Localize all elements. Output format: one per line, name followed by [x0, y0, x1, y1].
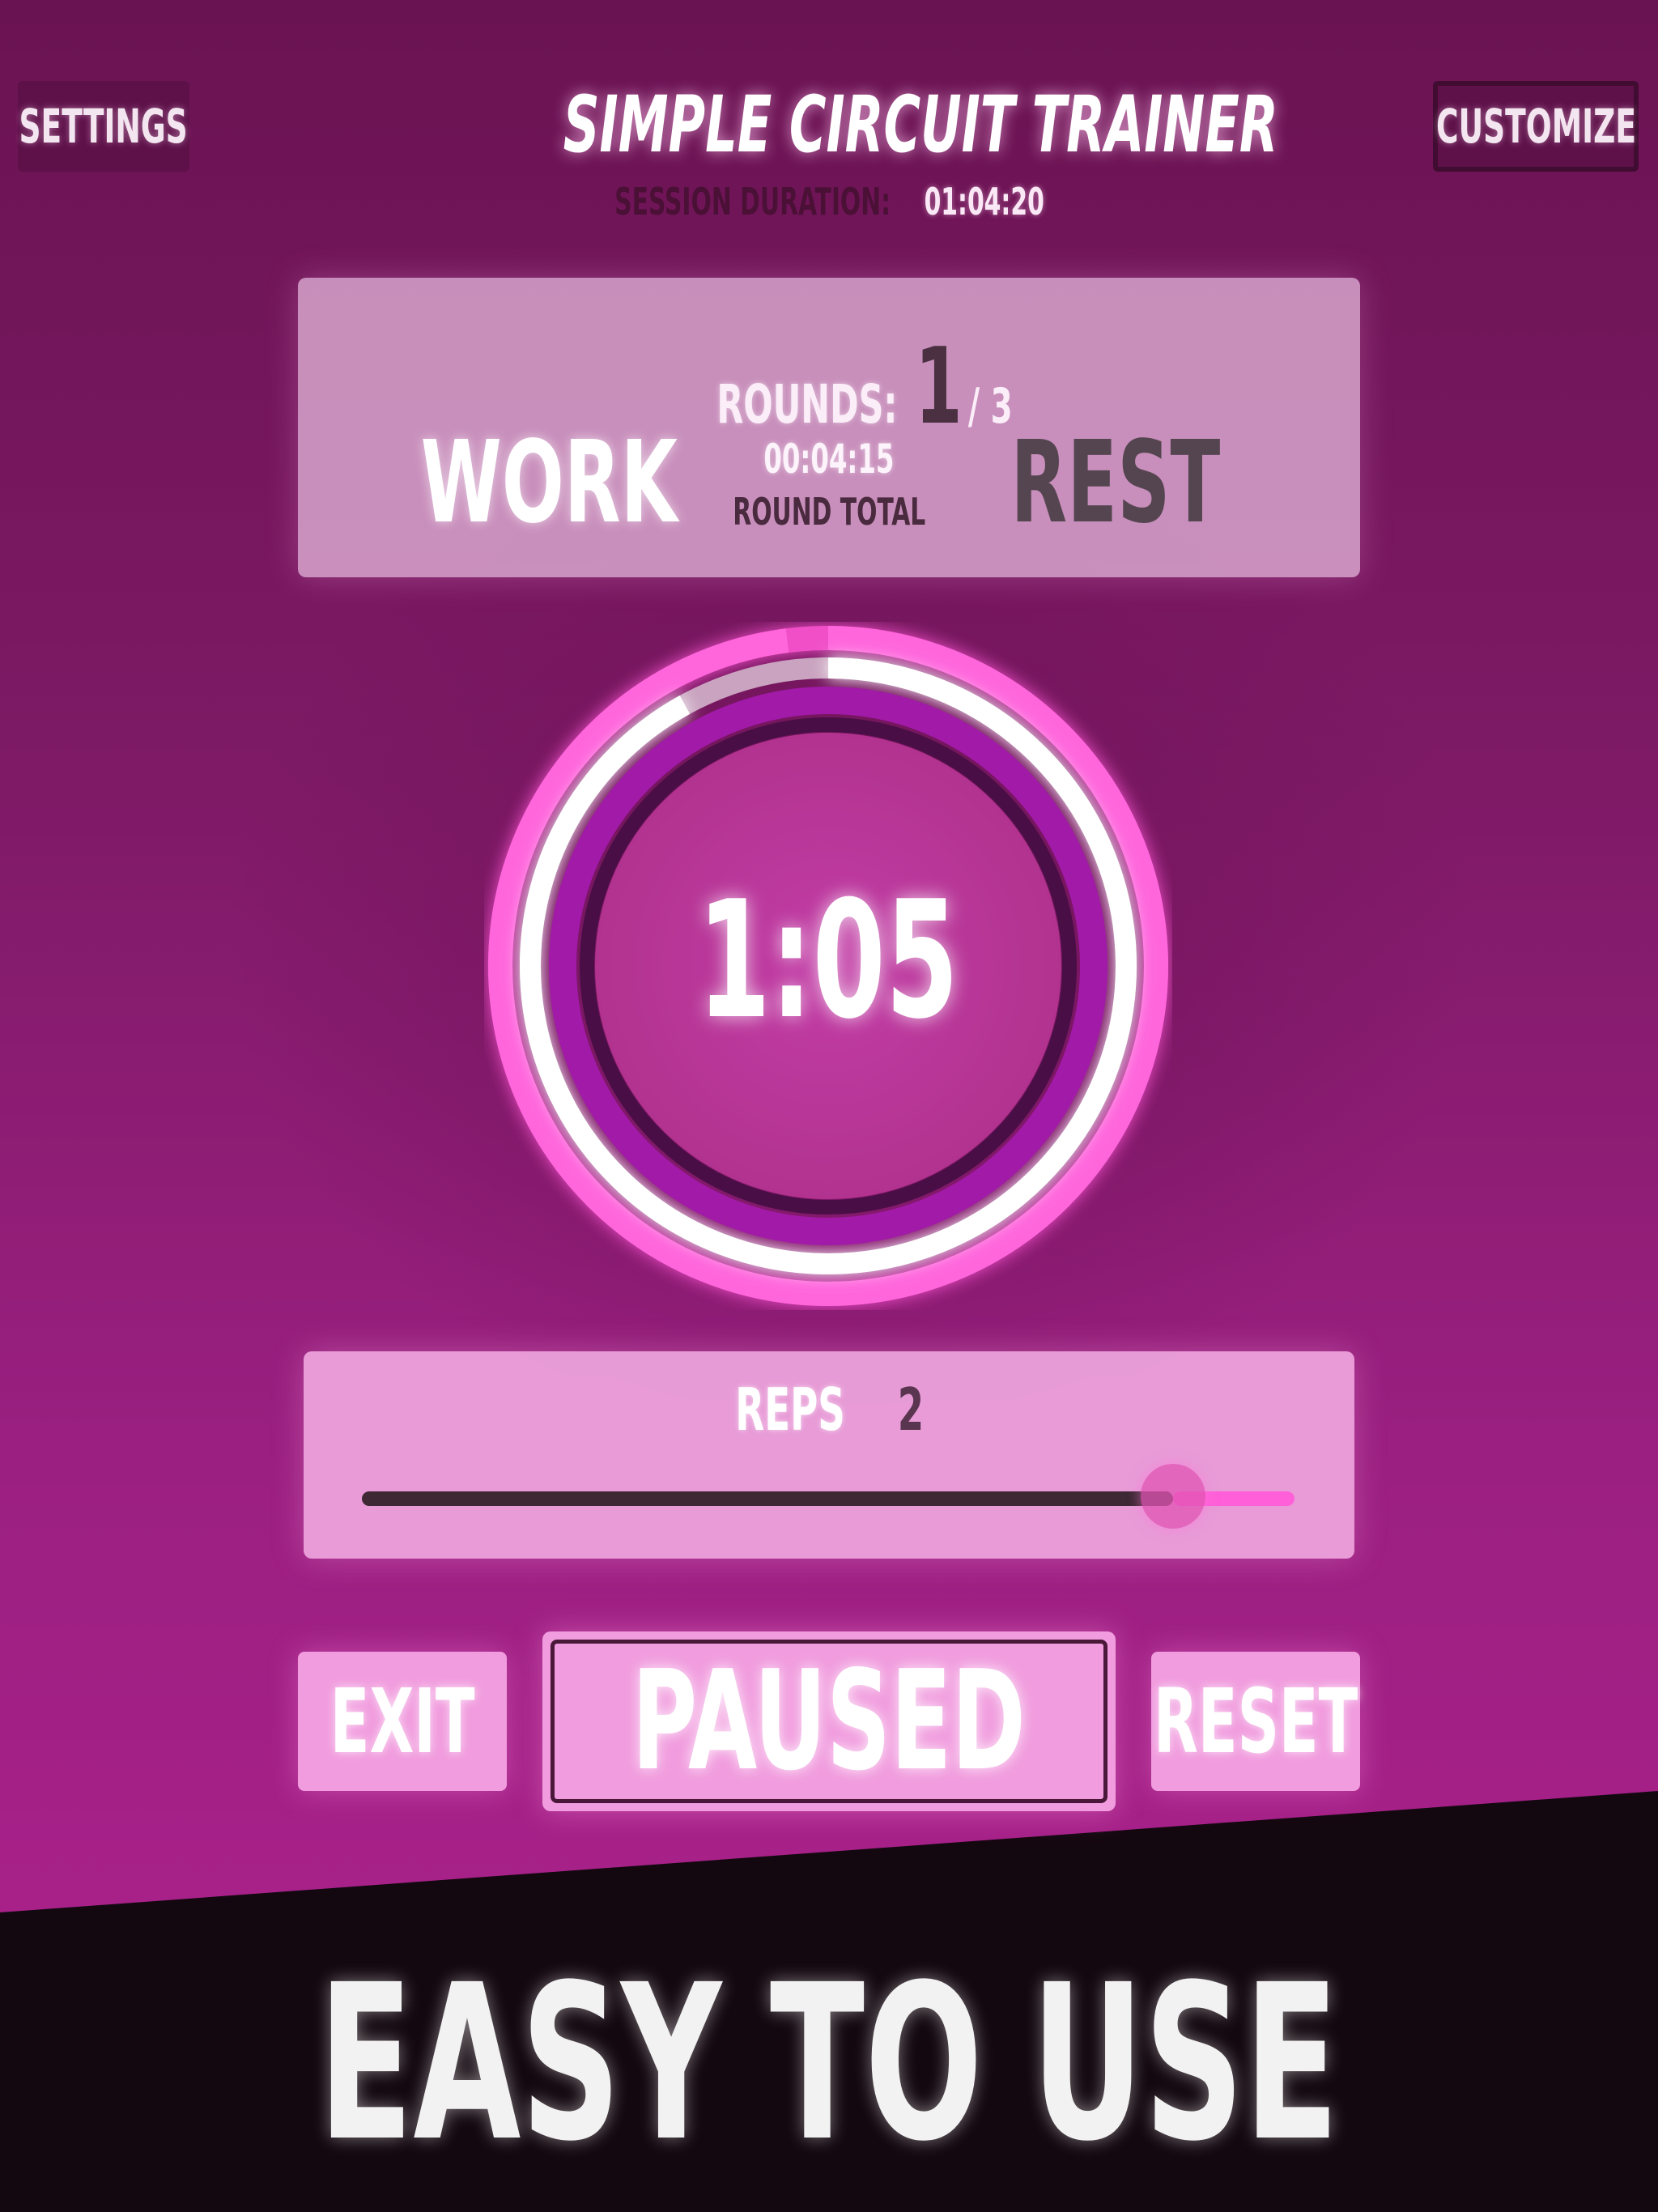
reps-slider-thumb[interactable]: [1141, 1464, 1206, 1529]
work-phase-label: WORK: [420, 417, 678, 549]
reps-slider[interactable]: [362, 1464, 1295, 1529]
app-title: SIMPLE CIRCUIT TRAINER: [563, 79, 1278, 170]
exit-button[interactable]: EXIT: [298, 1652, 507, 1791]
reps-label: REPS: [735, 1376, 846, 1444]
rounds-panel: ROUNDS: 1 / 3 WORK 00:04:15 ROUND TOTAL …: [298, 278, 1360, 577]
pause-toggle-button[interactable]: PAUSED: [542, 1631, 1116, 1811]
session-duration: SESSION DURATION: 01:04:20: [505, 180, 1153, 223]
rest-phase-label: REST: [1010, 417, 1221, 549]
timer-countdown: 1:05: [697, 866, 959, 1055]
session-duration-label: SESSION DURATION:: [614, 180, 891, 223]
exit-button-label: EXIT: [329, 1670, 475, 1773]
customize-button-label: CUSTOMIZE: [1435, 99, 1636, 154]
reset-button[interactable]: RESET: [1151, 1652, 1360, 1791]
rounds-label: ROUNDS:: [716, 373, 898, 436]
reps-value: 2: [897, 1376, 925, 1444]
reps-slider-fill: [362, 1491, 1174, 1506]
session-duration-value: 01:04:20: [924, 180, 1044, 223]
settings-button-label: SETTINGS: [19, 99, 189, 154]
reset-button-label: RESET: [1153, 1670, 1358, 1773]
round-total-label: ROUND TOTAL: [733, 490, 925, 534]
reps-panel: REPS 2: [304, 1351, 1354, 1559]
tagline: EASY TO USE: [318, 1939, 1340, 2189]
customize-button[interactable]: CUSTOMIZE: [1433, 81, 1639, 172]
settings-button[interactable]: SETTINGS: [18, 81, 189, 172]
reps-display: REPS 2: [627, 1376, 1032, 1444]
pause-button-label: PAUSED: [631, 1641, 1027, 1802]
round-total-time: 00:04:15: [763, 436, 895, 483]
